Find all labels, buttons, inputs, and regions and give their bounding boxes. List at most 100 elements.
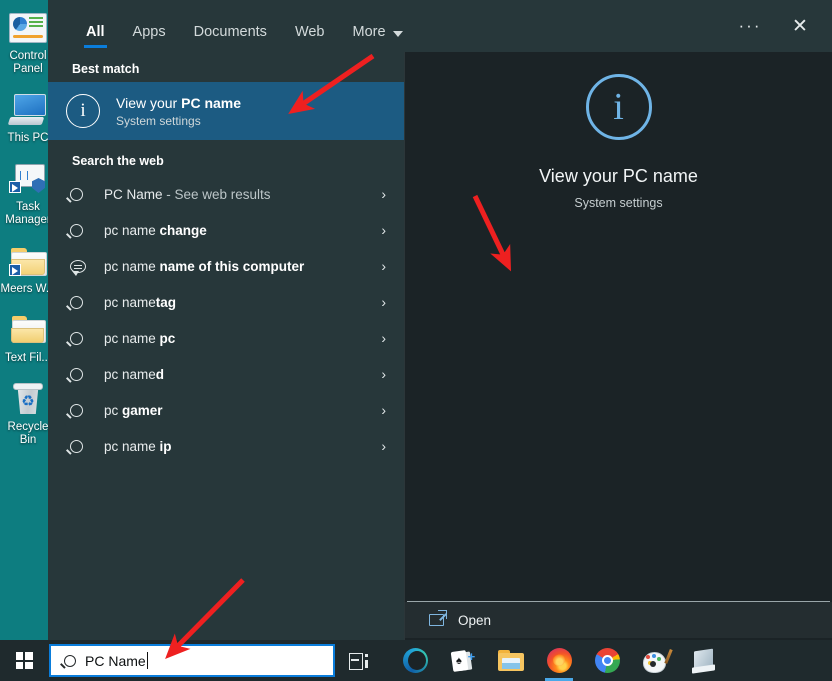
search-icon [70,295,96,309]
best-match-title: View your PC name [116,95,241,111]
info-icon: i [585,74,652,140]
info-icon-glyph: i [613,86,624,128]
taskbar-app-paint[interactable] [633,640,677,681]
info-icon-glyph: i [80,100,86,121]
web-suggestion-item[interactable]: PC Name - See web results › [48,176,404,212]
suggestion-suffix: - See web results [162,186,271,202]
taskbar-app-edge[interactable] [393,640,437,681]
web-suggestion-list: PC Name - See web results › pc name change… [48,176,404,464]
search-icon-glyph [70,295,83,309]
close-icon: ✕ [792,15,808,37]
recycle-bin-icon [7,379,49,419]
best-match-text: View your PC name System settings [116,95,241,128]
best-match-heading: Best match [72,62,140,76]
preview-subtitle: System settings [574,196,663,210]
web-suggestion-item[interactable]: pc nametag › [48,284,404,320]
control-panel-icon [7,8,49,48]
taskbar-app-chrome[interactable] [585,640,629,681]
search-icon [70,403,96,417]
search-icon [70,439,96,453]
taskbar: PC Name ♠ + [0,640,832,681]
cards-icon: ♠ + [451,649,475,673]
web-suggestion-label: pc name name of this computer [104,259,381,274]
edge-icon [402,648,428,673]
this-pc-icon [7,90,49,130]
suggestion-bold: name of this computer [159,258,305,274]
web-suggestion-label: pc nametag [104,295,381,310]
taskbar-search-input[interactable]: PC Name [49,644,335,677]
web-suggestion-item[interactable]: pc name change › [48,212,404,248]
suggestion-prefix: PC Name [104,186,163,202]
search-icon-glyph [70,187,83,201]
tab-label: Web [294,24,325,40]
suggestion-bold: ip [159,438,172,454]
best-match-title-bold: PC name [181,94,242,111]
window-controls: ··· ✕ [728,0,832,52]
taskbar-app-list: ♠ + [393,640,725,681]
tab-more[interactable]: More [339,24,417,52]
more-options-button[interactable]: ··· [728,5,772,47]
suggestion-prefix: pc name [104,366,156,382]
search-tabs: All Apps Documents Web More [48,0,417,52]
best-match-result[interactable]: i View your PC name System settings [48,82,404,140]
search-icon [70,367,96,381]
folder-icon [7,310,49,350]
chevron-right-icon: › [381,222,386,238]
search-icon [70,223,96,237]
tab-apps[interactable]: Apps [119,24,180,52]
start-button[interactable] [0,640,48,681]
web-suggestion-item[interactable]: pc named › [48,356,404,392]
paint-icon [642,648,673,673]
search-icon-glyph [70,439,83,453]
web-suggestion-item[interactable]: pc gamer › [48,392,404,428]
suggestion-bold: tag [155,294,177,310]
chrome-icon [594,648,620,673]
close-button[interactable]: ✕ [778,5,822,47]
taskbar-app-solitaire[interactable]: ♠ + [441,640,485,681]
web-suggestion-item[interactable]: pc name pc › [48,320,404,356]
preview-content: i View your PC name System settings [405,52,832,601]
chevron-right-icon: › [381,366,386,382]
search-the-web-heading: Search the web [72,154,164,168]
taskbar-app-firefox[interactable] [537,640,581,681]
search-icon-glyph [70,331,83,345]
tab-documents[interactable]: Documents [180,24,281,52]
chevron-right-icon: › [381,294,386,310]
chevron-right-icon: › [381,186,386,202]
suggestion-prefix: pc name [104,294,156,310]
task-view-icon [348,653,368,670]
web-suggestion-label: pc name ip [104,439,381,454]
tab-label: Apps [132,24,166,40]
web-suggestion-label: pc name change [104,223,381,238]
preview-title: View your PC name [539,166,698,186]
web-suggestion-item[interactable]: pc name ip › [48,428,404,464]
taskbar-app-notepad[interactable] [681,640,725,681]
search-header: All Apps Documents Web More ··· ✕ [48,0,832,52]
task-view-button[interactable] [335,640,381,681]
web-suggestion-label: pc name pc [104,331,381,346]
search-flyout: All Apps Documents Web More ··· ✕ Best m… [48,0,832,640]
chevron-right-icon: › [381,402,386,418]
open-button[interactable]: Open [405,602,832,638]
taskbar-app-file-explorer[interactable] [489,640,533,681]
tab-label: More [352,24,386,40]
suggestion-prefix: pc name [104,258,160,274]
suggestion-bold: change [159,222,207,238]
tab-web[interactable]: Web [281,24,339,52]
web-suggestion-item[interactable]: pc name name of this computer › [48,248,404,284]
suggestion-prefix: pc name [104,438,160,454]
search-icon [70,331,96,345]
preview-pane: i View your PC name System settings Open [404,52,832,640]
tab-all[interactable]: All [72,24,119,52]
notepad-icon [692,650,715,672]
suggestion-bold: pc [159,330,176,346]
search-icon-glyph [70,403,83,417]
text-cursor [146,652,148,669]
search-icon-glyph [70,367,83,381]
search-input-value: PC Name [85,652,146,669]
suggestion-bold: d [155,366,165,382]
chevron-right-icon: › [381,330,386,346]
search-icon-glyph [70,223,83,237]
web-suggestion-label: PC Name - See web results [104,187,381,202]
search-icon [64,654,76,667]
